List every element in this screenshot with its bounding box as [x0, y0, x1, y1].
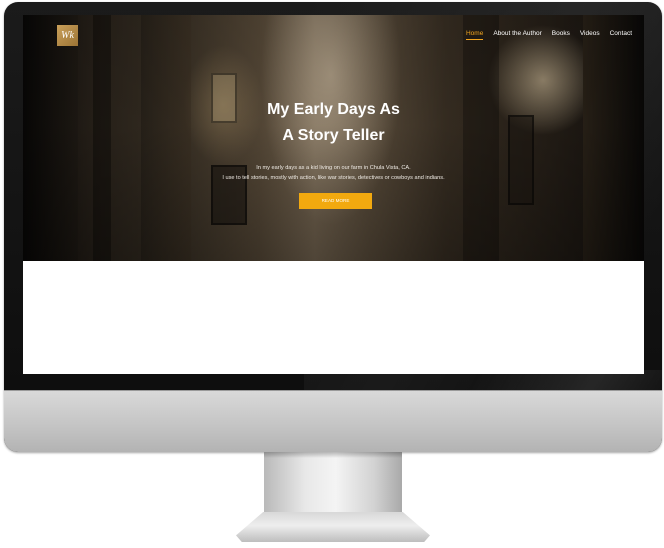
bezel-reflection [467, 370, 662, 392]
monitor-chin [4, 390, 662, 452]
monitor-stand-neck [264, 452, 402, 518]
hero-title-line-2: A Story Teller [282, 127, 385, 144]
hero-section: Wk Home About the Author Books Videos Co… [23, 15, 644, 261]
nav-item-videos[interactable]: Videos [580, 30, 600, 40]
monitor-frame: Wk Home About the Author Books Videos Co… [4, 2, 662, 452]
main-nav: Home About the Author Books Videos Conta… [465, 30, 632, 40]
website-screen: Wk Home About the Author Books Videos Co… [23, 15, 644, 374]
monitor-stand-shadow [264, 452, 402, 458]
nav-item-home[interactable]: Home [465, 30, 484, 40]
nav-item-contact[interactable]: Contact [610, 30, 632, 40]
hero-text: In my early days as a kid living on our … [23, 163, 644, 183]
nav-item-books[interactable]: Books [552, 30, 570, 40]
hero-text-line-2: I use to tell stories, mostly with actio… [222, 175, 445, 181]
read-more-button[interactable]: READ MORE [299, 193, 372, 209]
hero-title-line-1: My Early Days As [267, 101, 400, 118]
site-logo[interactable]: Wk [57, 25, 78, 46]
site-logo-text: Wk [61, 30, 74, 41]
hero-text-line-1: In my early days as a kid living on our … [256, 165, 411, 171]
nav-item-about-the-author[interactable]: About the Author [493, 30, 541, 40]
monitor-stand-base [236, 512, 430, 542]
hero-title: My Early Days As A Story Teller [23, 97, 644, 149]
